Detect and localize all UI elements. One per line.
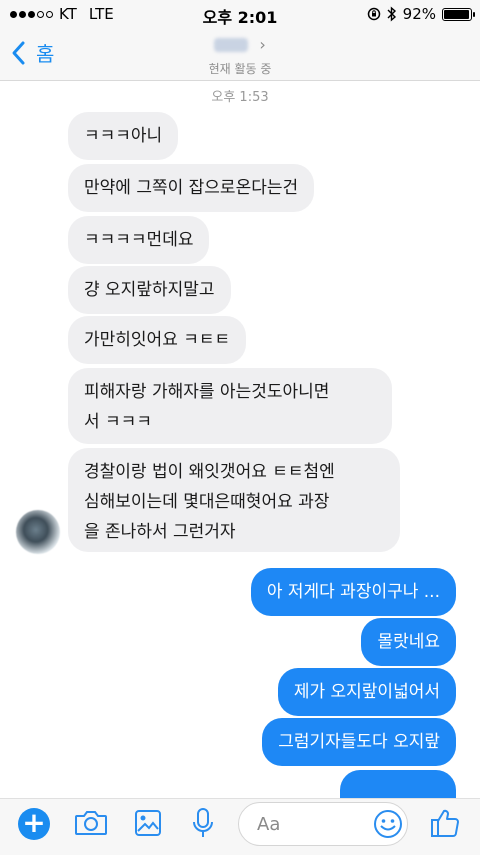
contact-info[interactable]: › 현재 활동 중 bbox=[0, 34, 480, 77]
message-bubble-incoming[interactable]: 가만히잇어요 ㅋㅌㅌ bbox=[68, 316, 247, 364]
message-bubble-incoming[interactable]: 걍 오지랖하지말고 bbox=[68, 266, 231, 314]
battery-percent: 92% bbox=[402, 5, 436, 23]
message-bubble-outgoing[interactable]: 아 저게다 과장이구나 ... bbox=[250, 568, 456, 616]
message-text: 만약에 그쪽이 잡으로온다는건 bbox=[84, 178, 299, 198]
conversation-header: 홈 › 현재 활동 중 bbox=[0, 28, 480, 81]
message-text-line: 서 ㅋㅋㅋ bbox=[84, 412, 152, 432]
message-text: 가만히잇어요 ㅋㅌㅌ bbox=[84, 330, 231, 350]
microphone-icon[interactable] bbox=[192, 807, 214, 839]
chevron-right-icon: › bbox=[259, 35, 266, 54]
message-input-placeholder: Aa bbox=[257, 814, 281, 835]
message-bubble-incoming[interactable]: ㅋㅋㅋ아니 bbox=[68, 112, 179, 160]
message-bubble-outgoing[interactable]: 몰랏네요 bbox=[361, 618, 456, 666]
contact-status: 현재 활동 중 bbox=[208, 62, 272, 76]
message-input[interactable]: Aa bbox=[238, 802, 408, 846]
message-text: 제가 오지랖이넓어서 bbox=[293, 682, 440, 702]
message-text: 걍 오지랖하지말고 bbox=[84, 280, 215, 300]
message-timestamp: 오후 1:53 bbox=[211, 90, 269, 105]
message-bubble-outgoing[interactable]: 그럼기자들도다 오지랖 bbox=[262, 718, 456, 766]
emoji-icon[interactable] bbox=[373, 809, 403, 839]
message-bubble-incoming[interactable]: ㅋㅋㅋㅋ먼데요 bbox=[68, 216, 210, 264]
thumbs-up-icon[interactable] bbox=[430, 807, 460, 839]
plus-icon[interactable]: + bbox=[18, 808, 50, 840]
message-bubble-incoming[interactable]: 만약에 그쪽이 잡으로온다는건 bbox=[68, 164, 315, 212]
message-text-line: 을 존나하서 그런거자 bbox=[84, 522, 236, 542]
image-icon[interactable] bbox=[134, 809, 162, 837]
contact-avatar[interactable] bbox=[16, 510, 60, 554]
message-bubble-incoming[interactable]: 피해자랑 가해자를 아는것도아니면 서 ㅋㅋㅋ bbox=[68, 368, 392, 444]
message-text: ㅋㅋㅋ아니 bbox=[84, 126, 163, 146]
message-text-line: 경찰이랑 법이 왜잇갯어요 ㅌㅌ첨엔 bbox=[84, 462, 335, 482]
contact-name-redacted bbox=[214, 37, 249, 52]
status-bar: KT LTE 오후 2:01 92% bbox=[0, 0, 480, 28]
bluetooth-icon bbox=[387, 6, 396, 22]
status-right: 92% bbox=[367, 5, 475, 23]
message-text: ㅋㅋㅋㅋ먼데요 bbox=[84, 230, 194, 250]
message-text-line: 피해자랑 가해자를 아는것도아니면 bbox=[84, 382, 330, 402]
message-text-line: 심해보이는데 몇대은때혓어요 과장 bbox=[84, 492, 330, 512]
message-bubble-incoming[interactable]: 경찰이랑 법이 왜잇갯어요 ㅌㅌ첨엔 심해보이는데 몇대은때혓어요 과장 을 존… bbox=[68, 448, 400, 552]
rotation-lock-icon bbox=[367, 7, 380, 21]
message-bubble-outgoing[interactable]: 제가 오지랖이넓어서 bbox=[277, 668, 456, 716]
message-text: 아 저게다 과장이구나 ... bbox=[266, 582, 440, 602]
camera-icon[interactable] bbox=[74, 809, 108, 837]
message-list[interactable]: 오후 1:53 ㅋㅋㅋ아니 만약에 그쪽이 잡으로온다는건 ㅋㅋㅋㅋ먼데요 걍 … bbox=[0, 80, 480, 798]
message-bubble-outgoing-partial[interactable] bbox=[340, 770, 456, 798]
message-text: 몰랏네요 bbox=[377, 632, 440, 652]
message-composer: + Aa bbox=[0, 798, 480, 855]
message-text: 그럼기자들도다 오지랖 bbox=[278, 732, 440, 752]
battery-icon bbox=[442, 7, 475, 21]
